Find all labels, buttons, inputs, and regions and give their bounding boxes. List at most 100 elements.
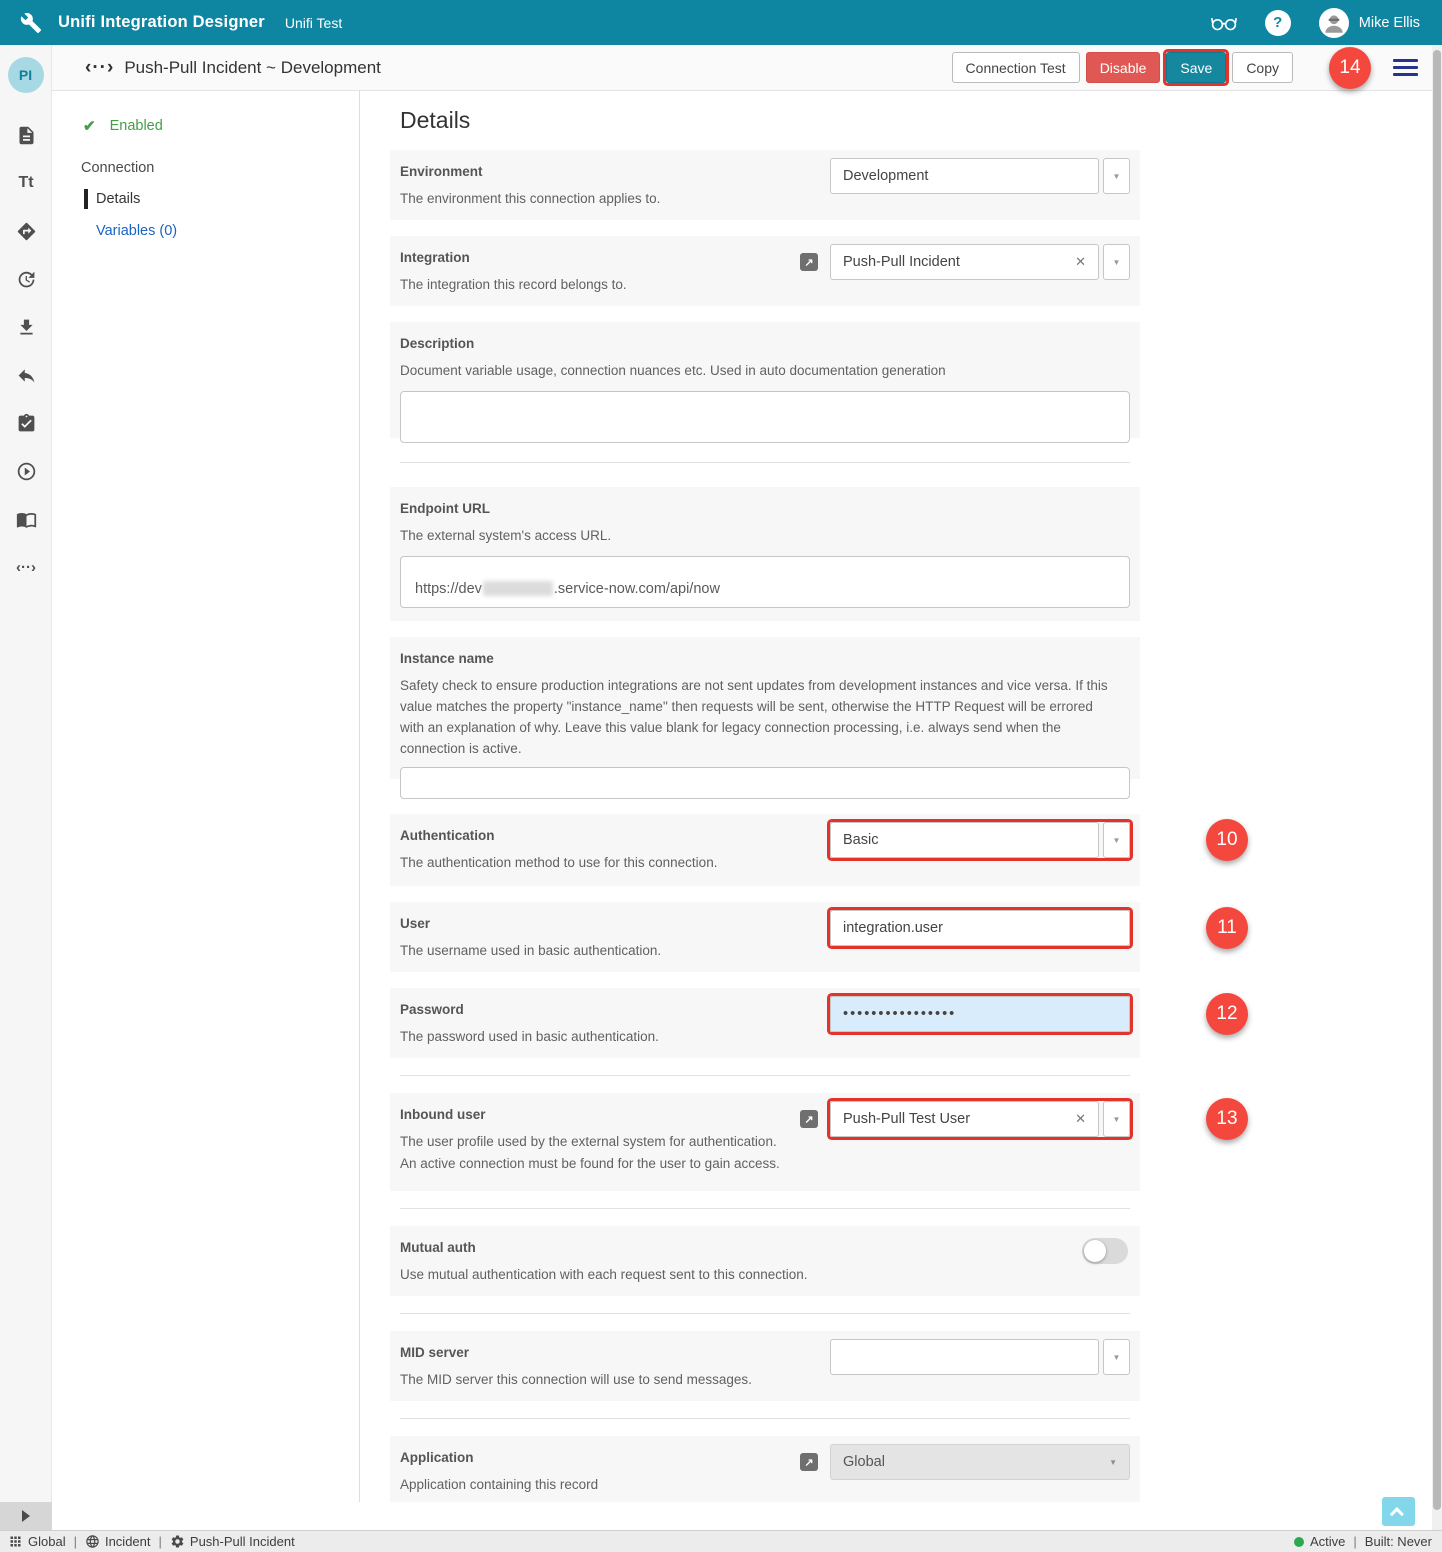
active-status-icon xyxy=(1294,1537,1304,1547)
scope-label: Global xyxy=(28,1534,66,1549)
step-badge-14: 14 xyxy=(1329,47,1371,89)
table-item[interactable]: Incident xyxy=(85,1534,151,1549)
download-icon[interactable] xyxy=(0,303,52,351)
active-indicator xyxy=(84,189,88,209)
mid-server-dropdown-icon[interactable]: ▼ xyxy=(1103,1339,1130,1375)
icon-rail: PI Tt ‹··› xyxy=(0,45,52,1530)
inbound-user-dropdown-icon[interactable]: ▼ xyxy=(1103,1101,1130,1137)
field-inbound-user: Inbound user The user profile used by th… xyxy=(390,1093,1140,1191)
gear-icon xyxy=(170,1534,185,1549)
active-status-label: Active xyxy=(1310,1534,1345,1549)
environment-dropdown-icon[interactable]: ▼ xyxy=(1103,158,1130,194)
integration-dropdown-icon[interactable]: ▼ xyxy=(1103,244,1130,280)
wrench-icon xyxy=(20,12,42,34)
application-reference-icon[interactable]: ↗ xyxy=(800,1453,818,1471)
mid-server-select[interactable] xyxy=(830,1339,1099,1375)
apps-icon xyxy=(8,1534,23,1549)
play-icon[interactable] xyxy=(0,447,52,495)
nav-section-connection: Connection xyxy=(81,160,359,176)
mutual-auth-label: Mutual auth xyxy=(400,1226,1130,1255)
endpoint-url-help: The external system's access URL. xyxy=(400,525,1120,546)
connection-test-button[interactable]: Connection Test xyxy=(952,52,1080,83)
scrollbar-thumb[interactable] xyxy=(1433,50,1441,1510)
environment-select[interactable]: Development xyxy=(830,158,1099,194)
integration-item[interactable]: Push-Pull Incident xyxy=(170,1534,295,1549)
integration-input[interactable]: Push-Pull Incident ✕ xyxy=(830,244,1099,280)
instance-name-label: Instance name xyxy=(400,637,1130,666)
user-highlight: integration.user 11 xyxy=(830,910,1130,946)
application-select-disabled: Global ▼ xyxy=(830,1444,1130,1480)
field-description: Description Document variable usage, con… xyxy=(390,322,1140,438)
directions-icon[interactable] xyxy=(0,207,52,255)
save-button[interactable]: Save xyxy=(1166,52,1226,83)
nav-item-details[interactable]: Details xyxy=(84,189,359,209)
vertical-scrollbar[interactable] xyxy=(1432,45,1442,1530)
history-icon[interactable] xyxy=(0,255,52,303)
record-nav: ✔ Enabled Connection Details Variables (… xyxy=(52,91,360,1502)
section-divider xyxy=(400,1418,1130,1419)
scroll-to-top-button[interactable] xyxy=(1382,1497,1415,1526)
description-textarea[interactable] xyxy=(400,391,1130,443)
authentication-highlight: Basic ▼ 10 xyxy=(830,822,1130,858)
globe-icon xyxy=(85,1534,100,1549)
endpoint-url-input[interactable]: https://dev.service-now.com/api/now xyxy=(400,556,1130,608)
details-form: Details Environment The environment this… xyxy=(361,91,1432,1502)
inbound-user-clear-icon[interactable]: ✕ xyxy=(1075,1111,1086,1127)
endpoint-url-label: Endpoint URL xyxy=(400,487,1130,516)
inbound-user-highlight: Push-Pull Test User ✕ ▼ 13 xyxy=(830,1101,1130,1137)
field-environment: Environment The environment this connect… xyxy=(390,150,1140,220)
integration-reference-icon[interactable]: ↗ xyxy=(800,253,818,271)
field-application: Application Application containing this … xyxy=(390,1436,1140,1502)
step-badge-13: 13 xyxy=(1206,1098,1248,1140)
table-label: Incident xyxy=(105,1534,151,1549)
scope-item[interactable]: Global xyxy=(8,1534,66,1549)
toggle-knob xyxy=(1084,1240,1106,1262)
integration-label: Push-Pull Incident xyxy=(190,1534,295,1549)
text-format-icon[interactable]: Tt xyxy=(0,159,52,207)
field-integration: Integration The integration this record … xyxy=(390,236,1140,306)
glasses-icon[interactable] xyxy=(1211,14,1237,32)
code-icon[interactable]: ‹··› xyxy=(0,543,52,591)
chevron-up-icon xyxy=(1389,1507,1403,1521)
separator: | xyxy=(159,1534,162,1549)
sidebar-collapse-button[interactable] xyxy=(0,1502,52,1530)
section-divider xyxy=(400,1313,1130,1314)
field-endpoint-url: Endpoint URL The external system's acces… xyxy=(390,487,1140,621)
document-icon[interactable] xyxy=(0,111,52,159)
copy-button[interactable]: Copy xyxy=(1232,52,1293,83)
top-app-bar: Unifi Integration Designer Unifi Test ? … xyxy=(0,0,1442,45)
disable-button[interactable]: Disable xyxy=(1086,52,1161,83)
password-input[interactable]: •••••••••••••••• xyxy=(830,996,1130,1032)
mutual-auth-toggle[interactable] xyxy=(1082,1238,1128,1264)
description-label: Description xyxy=(400,322,1130,351)
password-highlight: •••••••••••••••• 12 xyxy=(830,996,1130,1032)
reply-icon[interactable] xyxy=(0,351,52,399)
integration-avatar[interactable]: PI xyxy=(8,57,44,93)
integration-clear-icon[interactable]: ✕ xyxy=(1075,254,1086,270)
step-badge-11: 11 xyxy=(1206,907,1248,949)
nav-item-variables[interactable]: Variables (0) xyxy=(96,223,359,239)
step-badge-12: 12 xyxy=(1206,993,1248,1035)
enabled-status: ✔ Enabled xyxy=(83,117,359,135)
save-button-highlight: Save xyxy=(1166,52,1226,83)
inbound-user-help-2: An active connection must be found for t… xyxy=(400,1153,1120,1174)
book-icon[interactable] xyxy=(0,495,52,543)
instance-name-input[interactable] xyxy=(400,767,1130,799)
menu-icon[interactable] xyxy=(1393,55,1418,80)
section-divider xyxy=(400,1208,1130,1209)
check-icon: ✔ xyxy=(83,117,96,135)
workspace-name: Unifi Test xyxy=(285,15,342,31)
inbound-user-input[interactable]: Push-Pull Test User ✕ xyxy=(830,1101,1099,1137)
user-input[interactable]: integration.user xyxy=(830,910,1130,946)
authentication-select[interactable]: Basic xyxy=(830,822,1099,858)
authentication-dropdown-icon[interactable]: ▼ xyxy=(1103,822,1130,858)
user-avatar[interactable] xyxy=(1319,8,1349,38)
field-authentication: Authentication The authentication method… xyxy=(390,814,1140,886)
inbound-user-reference-icon[interactable]: ↗ xyxy=(800,1110,818,1128)
redacted-text xyxy=(483,581,553,596)
user-name[interactable]: Mike Ellis xyxy=(1359,15,1420,31)
help-icon[interactable]: ? xyxy=(1265,10,1291,36)
app-title: Unifi Integration Designer xyxy=(58,13,265,32)
tasks-icon[interactable] xyxy=(0,399,52,447)
section-divider xyxy=(400,1075,1130,1076)
